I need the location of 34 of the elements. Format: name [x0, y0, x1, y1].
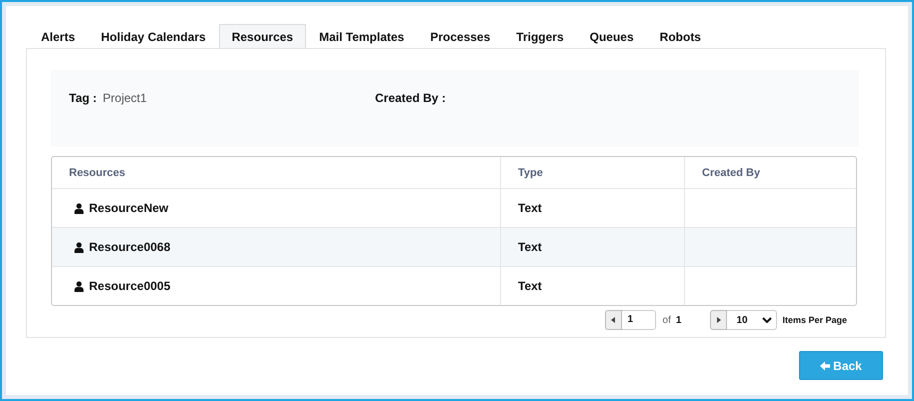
arrow-left-icon	[820, 360, 830, 370]
column-header: Resources	[68, 166, 126, 180]
tab[interactable]: Resources	[218, 24, 306, 48]
page-input[interactable]: 1	[622, 310, 656, 330]
table-cell: Text	[518, 240, 542, 254]
tab[interactable]: Triggers	[503, 24, 577, 48]
tab[interactable]: Processes	[417, 24, 504, 48]
chevron-icon	[762, 317, 772, 323]
total-pages: 1	[676, 314, 682, 326]
table-cell: Text	[518, 201, 542, 215]
created-by-label: Created By :	[375, 91, 446, 107]
column-header: Type	[500, 157, 684, 188]
tag-value: Project1	[102, 91, 147, 107]
tab[interactable]: Holiday Calendars	[88, 24, 219, 48]
column-header: Created By	[684, 157, 856, 188]
triangle-left-icon	[611, 317, 616, 323]
resource-name[interactable]: ResourceNew	[89, 201, 168, 215]
tab[interactable]: Mail Templates	[306, 24, 418, 48]
tab[interactable]: Robots	[646, 24, 714, 48]
resource-name[interactable]: Resource0068	[89, 240, 170, 254]
table-cell: Text	[518, 279, 542, 293]
items-per-page-label: Items Per Page	[782, 315, 847, 325]
of-label: of	[662, 314, 671, 326]
user-icon	[74, 202, 84, 214]
tab[interactable]: Queues	[576, 24, 647, 48]
previous-page-button[interactable]	[604, 310, 622, 330]
items-per-page-select[interactable]: 10	[727, 310, 778, 330]
triangle-right-icon	[716, 317, 721, 323]
resource-name[interactable]: Resource0005	[89, 279, 170, 293]
next-page-button[interactable]	[710, 310, 728, 330]
user-icon	[74, 280, 84, 292]
tab[interactable]: Alerts	[28, 24, 88, 48]
tag-label: Tag :	[69, 91, 97, 107]
user-icon	[74, 242, 84, 252]
